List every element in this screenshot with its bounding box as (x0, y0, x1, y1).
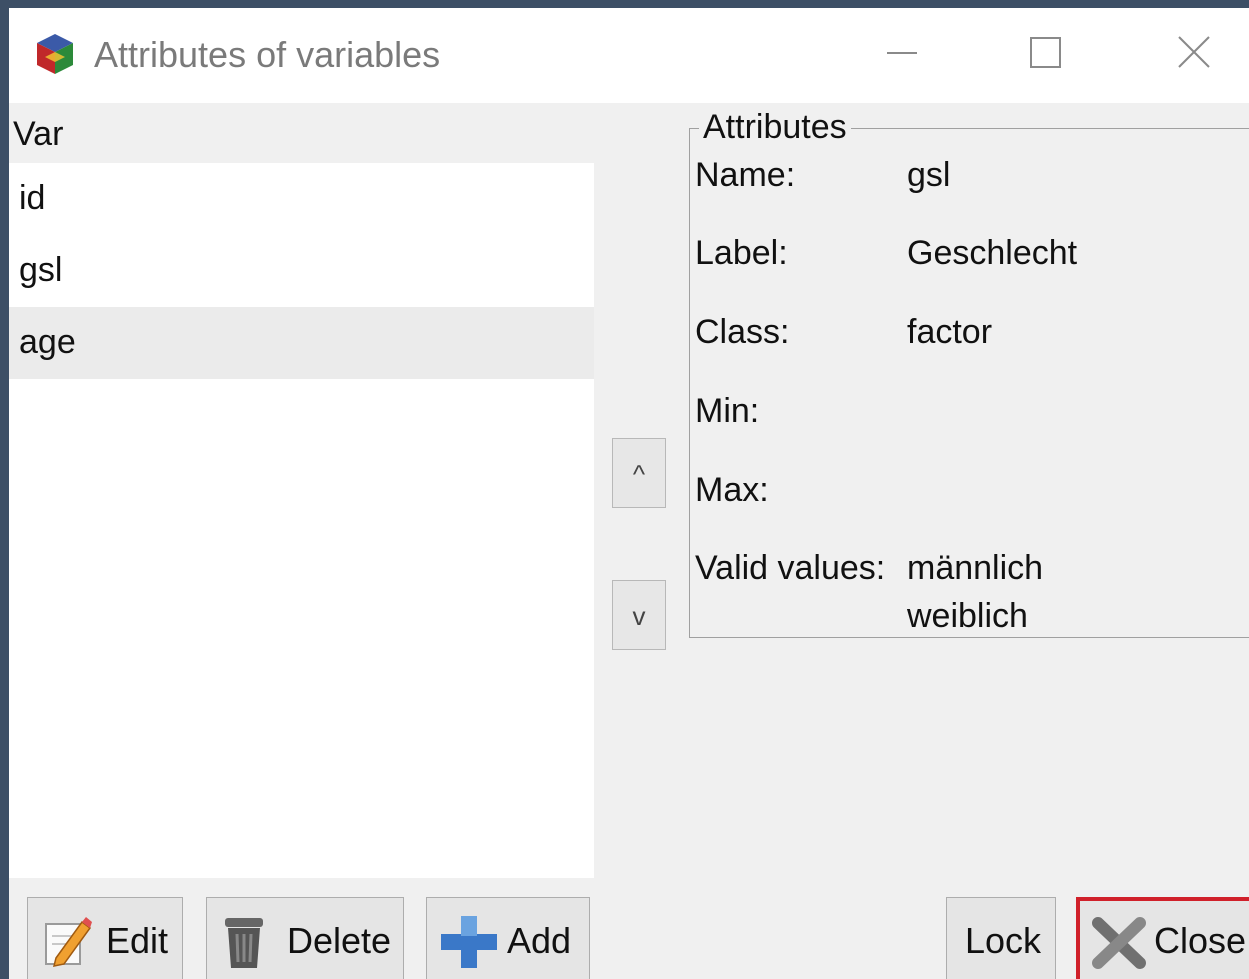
attributes-legend: Attributes (699, 108, 851, 147)
class-label: Class: (695, 313, 790, 351)
delete-button-label: Delete (287, 920, 392, 961)
trash-can-icon (225, 918, 263, 968)
min-label: Min: (695, 392, 760, 430)
variable-list[interactable]: Var id gsl age (9, 103, 594, 878)
list-item[interactable]: id (9, 163, 594, 235)
app-icon (37, 34, 73, 74)
pencil-icon (45, 917, 92, 967)
close-window-icon[interactable] (1165, 28, 1225, 78)
list-item-label: gsl (19, 251, 63, 289)
minimize-icon[interactable] (871, 28, 931, 78)
name-value: gsl (907, 156, 951, 194)
attributes-dialog-window: Attributes of variables Var id gsl age ^… (9, 8, 1249, 979)
max-label: Max: (695, 471, 769, 509)
label-label: Label: (695, 234, 788, 272)
lock-button[interactable]: Lock (946, 897, 1056, 979)
valid-values-label: Valid values: (695, 549, 886, 587)
label-value: Geschlecht (907, 234, 1078, 272)
maximize-icon[interactable] (1015, 28, 1075, 78)
list-item[interactable]: gsl (9, 235, 594, 307)
edit-button[interactable]: Edit (27, 897, 183, 979)
title-bar[interactable]: Attributes of variables (9, 8, 1249, 103)
list-header-label: Var (13, 115, 64, 153)
name-label: Name: (695, 156, 796, 194)
delete-button[interactable]: Delete (206, 897, 404, 979)
window-title: Attributes of variables (94, 34, 441, 75)
edit-button-label: Edit (106, 920, 169, 961)
move-down-button[interactable]: v (612, 580, 666, 650)
list-item-label: id (19, 179, 46, 217)
list-item-label: age (19, 323, 76, 361)
close-button-label: Close (1154, 920, 1247, 961)
valid-value: männlich (907, 549, 1044, 587)
x-cross-icon (1092, 917, 1146, 969)
list-item-selected[interactable]: age (9, 307, 594, 379)
lock-button-label: Lock (965, 920, 1042, 961)
add-button[interactable]: Add (426, 897, 590, 979)
list-header[interactable]: Var (9, 103, 594, 163)
add-button-label: Add (507, 920, 572, 961)
plus-icon (441, 916, 497, 968)
move-up-button[interactable]: ^ (612, 438, 666, 508)
valid-value: weiblich (907, 597, 1028, 635)
class-value: factor (907, 313, 993, 351)
close-button[interactable]: Close (1076, 897, 1249, 979)
